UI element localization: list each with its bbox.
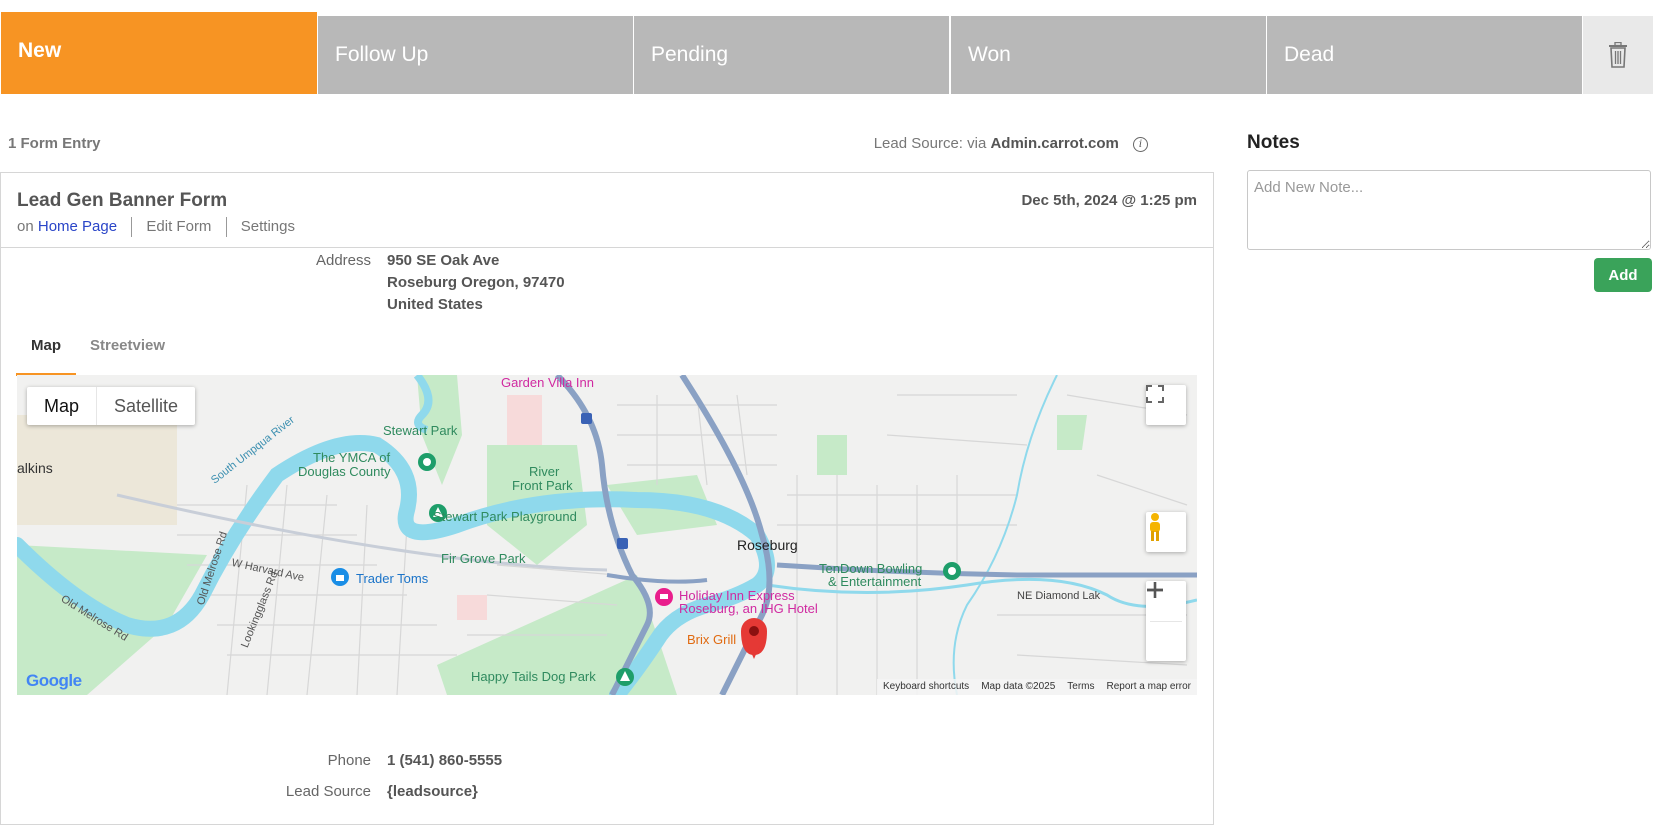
tab-map[interactable]: Map (16, 337, 76, 376)
google-logo-text: Google (26, 671, 82, 690)
form-entry-count: 1 Form Entry (8, 135, 101, 152)
map-label-ymca-2: Douglas County (298, 464, 391, 479)
map-type-control: Map Satellite (27, 387, 196, 425)
map-label-tendown-2: & Entertainment (828, 574, 922, 589)
settings-link[interactable]: Settings (241, 218, 295, 235)
zoom-out-button[interactable] (1147, 588, 1182, 662)
map-label-trader-toms: Trader Toms (356, 571, 429, 586)
divider (225, 217, 227, 237)
map-label-garden-villa: Garden Villa Inn (501, 375, 594, 390)
divider (131, 217, 133, 237)
form-entry-date: Dec 5th, 2024 @ 1:25 pm (1021, 192, 1197, 209)
address-line-1: 950 SE Oak Ave (387, 252, 500, 269)
map-label-playground: Stewart Park Playground (433, 509, 577, 524)
stage-pending[interactable]: Pending (634, 16, 949, 94)
stage-follow-up[interactable]: Follow Up (318, 16, 633, 94)
edit-form-link[interactable]: Edit Form (146, 218, 211, 235)
lead-source-prefix: Lead Source: via (873, 135, 987, 152)
new-note-input[interactable] (1247, 170, 1651, 250)
add-note-button[interactable]: Add (1594, 258, 1652, 292)
form-links: on Home Page Edit Form Settings (17, 217, 295, 237)
location-map[interactable]: Garden Villa Inn Stewart Park The YMCA o… (17, 375, 1197, 695)
google-logo: Google (26, 671, 82, 691)
map-label-river-front-2: Front Park (512, 478, 573, 493)
phone-value: 1 (541) 860-5555 (387, 752, 503, 769)
map-data-attribution: Map data ©2025 (981, 681, 1056, 692)
map-label-river-front-1: River (529, 464, 560, 479)
map-label-diamond-lake: NE Diamond Lak (1017, 590, 1101, 602)
minus-icon (1147, 588, 1163, 592)
address-line-3: United States (387, 296, 483, 313)
map-type-map-button[interactable]: Map (27, 387, 98, 425)
on-prefix: on (17, 217, 34, 235)
lead-source-summary: Lead Source: via Admin.carrot.com i (874, 135, 1148, 152)
lead-source-value: {leadsource} (387, 783, 478, 800)
tab-streetview[interactable]: Streetview (90, 337, 165, 373)
form-entry-header: Lead Gen Banner Form on Home Page Edit F… (1, 173, 1213, 248)
stage-won[interactable]: Won (951, 16, 1266, 94)
map-label-fir-grove: Fir Grove Park (441, 551, 526, 566)
map-label-brix-grill: Brix Grill (687, 632, 737, 647)
map-label-ymca-1: The YMCA of (313, 450, 391, 465)
phone-label: Phone (327, 752, 371, 769)
trash-icon (1609, 42, 1627, 68)
report-map-error-link[interactable]: Report a map error (1107, 679, 1191, 695)
delete-lead-button[interactable] (1583, 16, 1653, 94)
lead-status-pipeline: New Follow Up Pending Won Dead (0, 0, 1653, 96)
fullscreen-icon (1146, 385, 1164, 403)
lead-source-label: Lead Source (285, 783, 371, 800)
map-type-satellite-button[interactable]: Satellite (97, 387, 195, 425)
zoom-controls (1146, 581, 1186, 661)
stage-dead[interactable]: Dead (1267, 16, 1582, 94)
map-footer: Keyboard shortcuts Map data ©2025 Terms … (877, 679, 1197, 695)
home-page-link[interactable]: Home Page (38, 218, 117, 235)
address-line-2: Roseburg Oregon, 97470 (387, 274, 565, 291)
fullscreen-button[interactable] (1146, 385, 1186, 425)
terms-link[interactable]: Terms (1067, 679, 1094, 695)
info-icon[interactable]: i (1133, 137, 1148, 152)
map-label-roseburg: Roseburg (737, 537, 798, 553)
map-label-happy-tails: Happy Tails Dog Park (471, 669, 596, 684)
keyboard-shortcuts-link[interactable]: Keyboard shortcuts (883, 679, 969, 695)
pegman-icon (1150, 513, 1160, 541)
street-view-pegman-button[interactable] (1146, 512, 1186, 552)
stage-new[interactable]: New (1, 12, 317, 94)
address-label: Address (315, 252, 371, 269)
map-label-stewart-park: Stewart Park (383, 423, 458, 438)
notes-title: Notes (1247, 132, 1300, 153)
map-label-calkins: alkins (17, 460, 53, 476)
form-title: Lead Gen Banner Form (17, 190, 228, 211)
map-label-holiday-2: Roseburg, an IHG Hotel (679, 601, 818, 616)
lead-source-site: Admin.carrot.com (990, 135, 1119, 152)
address-value: 950 SE Oak Ave Roseburg Oregon, 97470 Un… (387, 250, 565, 316)
